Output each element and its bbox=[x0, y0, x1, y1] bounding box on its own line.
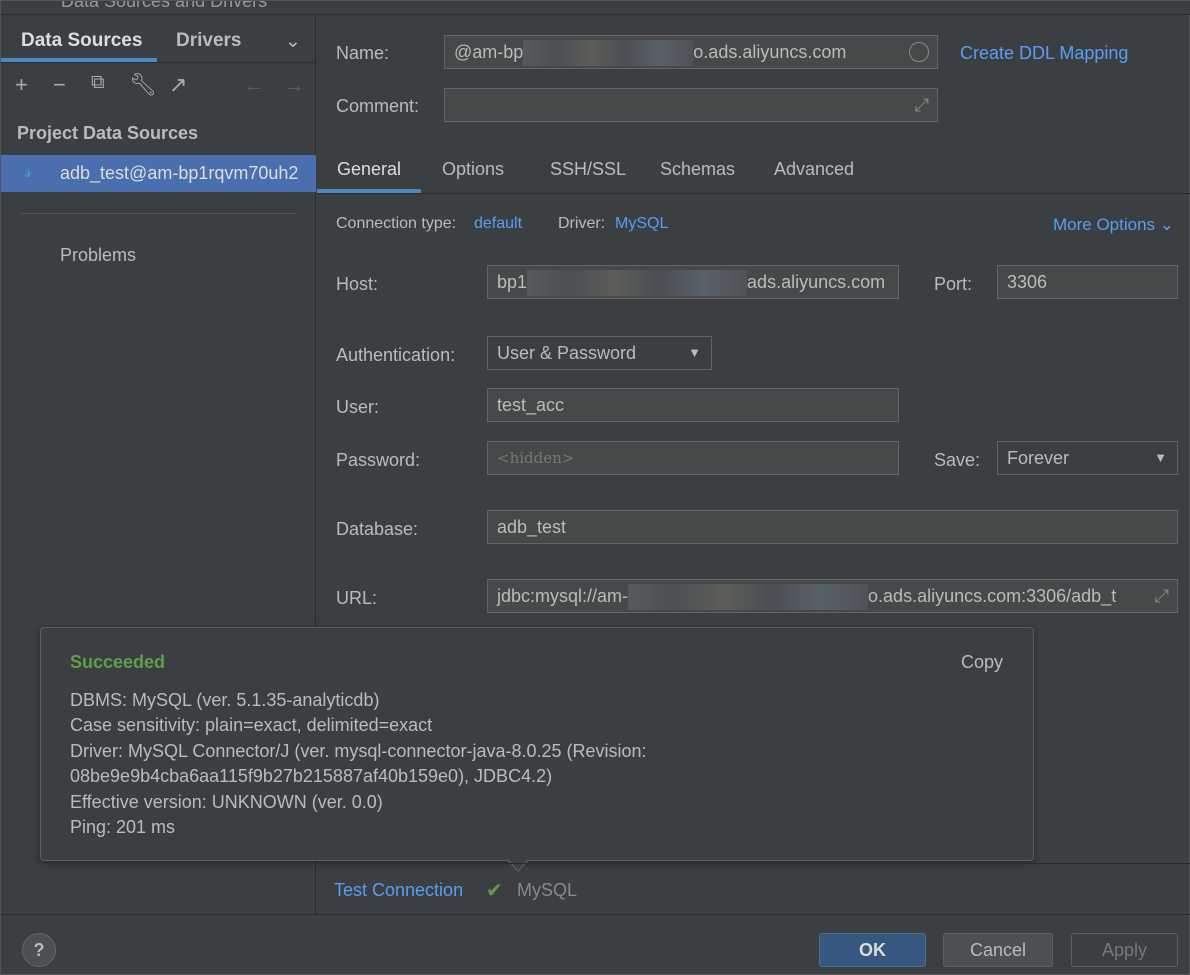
tab-data-sources[interactable]: Data Sources bbox=[21, 30, 142, 52]
remove-icon[interactable]: − bbox=[53, 72, 66, 98]
add-icon[interactable]: + bbox=[15, 72, 28, 98]
section-title: Project Data Sources bbox=[17, 123, 199, 143]
connection-type-link[interactable]: default bbox=[474, 215, 522, 233]
user-label: User: bbox=[336, 397, 380, 417]
dropdown-arrow-icon: ▼ bbox=[688, 345, 701, 360]
duplicate-icon[interactable]: ⧉ bbox=[91, 72, 105, 94]
ok-button[interactable]: OK bbox=[819, 933, 926, 967]
user-input[interactable]: test_acc bbox=[487, 388, 899, 422]
wrench-icon[interactable]: 🔧︎ bbox=[129, 72, 157, 98]
database-input[interactable]: adb_test bbox=[487, 510, 1178, 544]
password-label: Password: bbox=[336, 450, 421, 470]
url-input[interactable]: jdbc:mysql://am-o.ads.aliyuncs.com:3306/… bbox=[487, 579, 1178, 613]
cancel-button[interactable]: Cancel bbox=[943, 933, 1053, 967]
comment-label: Comment: bbox=[336, 96, 420, 116]
more-options-link[interactable]: More Options ⌄ bbox=[1053, 215, 1174, 235]
result-line: DBMS: MySQL (ver. 5.1.35-analyticdb) bbox=[70, 690, 380, 710]
test-driver-label: MySQL bbox=[517, 880, 578, 900]
forward-icon[interactable]: → bbox=[283, 72, 305, 98]
tab-schemas[interactable]: Schemas bbox=[660, 159, 735, 180]
save-label: Save: bbox=[934, 450, 981, 470]
tab-options[interactable]: Options bbox=[442, 159, 504, 180]
check-icon: ✔ bbox=[486, 880, 503, 902]
test-connection-link[interactable]: Test Connection bbox=[334, 880, 463, 901]
mysql-icon: 𝓈 bbox=[25, 161, 32, 181]
jump-icon[interactable]: ↗ bbox=[169, 72, 187, 98]
expand-icon[interactable]: ⤢ bbox=[915, 89, 929, 121]
tab-ssh-ssl[interactable]: SSH/SSL bbox=[550, 159, 626, 180]
dropdown-arrow-icon: ▼ bbox=[1154, 450, 1167, 465]
result-line: Effective version: UNKNOWN (ver. 0.0) bbox=[70, 792, 383, 812]
password-input[interactable]: <hidden> bbox=[487, 441, 899, 475]
tab-drivers[interactable]: Drivers bbox=[176, 30, 242, 52]
connection-type-label: Connection type: bbox=[336, 215, 457, 232]
back-icon[interactable]: ← bbox=[243, 72, 265, 98]
status-succeeded: Succeeded bbox=[70, 652, 166, 672]
window-title: Data Sources and Drivers bbox=[61, 1, 268, 11]
result-line: Driver: MySQL Connector/J (ver. mysql-co… bbox=[70, 741, 647, 761]
create-ddl-mapping-link[interactable]: Create DDL Mapping bbox=[960, 43, 1128, 64]
copy-link[interactable]: Copy bbox=[961, 652, 1003, 673]
host-input[interactable]: bp1 ads.aliyuncs.com bbox=[487, 265, 899, 299]
apply-button[interactable]: Apply bbox=[1071, 933, 1178, 967]
name-label: Name: bbox=[336, 43, 390, 63]
port-label: Port: bbox=[934, 274, 973, 294]
chevron-down-icon[interactable]: ⌄ bbox=[285, 30, 301, 53]
database-label: Database: bbox=[336, 519, 419, 539]
color-circle-icon[interactable] bbox=[909, 42, 929, 62]
help-button[interactable]: ? bbox=[22, 933, 56, 967]
result-line: Ping: 201 ms bbox=[70, 817, 176, 837]
comment-input[interactable]: ⤢ bbox=[444, 88, 938, 122]
name-input[interactable]: @am-bp o.ads.aliyuncs.com bbox=[444, 35, 938, 69]
url-label: URL: bbox=[336, 588, 378, 608]
driver-label: Driver: bbox=[558, 215, 606, 232]
authentication-select[interactable]: User & Password ▼ bbox=[487, 336, 712, 370]
problems-item[interactable]: Problems bbox=[60, 245, 136, 266]
authentication-label: Authentication: bbox=[336, 345, 456, 365]
port-input[interactable]: 3306 bbox=[997, 265, 1178, 299]
data-source-item[interactable]: 𝓈 adb_test@am-bp1rqvm70uh2 bbox=[1, 155, 316, 192]
data-source-label: adb_test@am-bp1rqvm70uh2 bbox=[60, 163, 299, 183]
host-label: Host: bbox=[336, 274, 379, 294]
result-line: 08be9e9b4cba6aa115f9b27b215887af40b159e0… bbox=[70, 766, 553, 786]
title-bar: Data Sources and Drivers bbox=[1, 1, 1190, 15]
test-result-popup: Succeeded Copy DBMS: MySQL (ver. 5.1.35-… bbox=[40, 627, 1034, 861]
result-line: Case sensitivity: plain=exact, delimited… bbox=[70, 715, 433, 735]
expand-icon[interactable]: ⤢ bbox=[1155, 580, 1169, 612]
driver-link[interactable]: MySQL bbox=[615, 215, 668, 233]
tab-general[interactable]: General bbox=[337, 159, 401, 180]
tab-advanced[interactable]: Advanced bbox=[774, 159, 854, 180]
save-select[interactable]: Forever ▼ bbox=[997, 441, 1178, 475]
